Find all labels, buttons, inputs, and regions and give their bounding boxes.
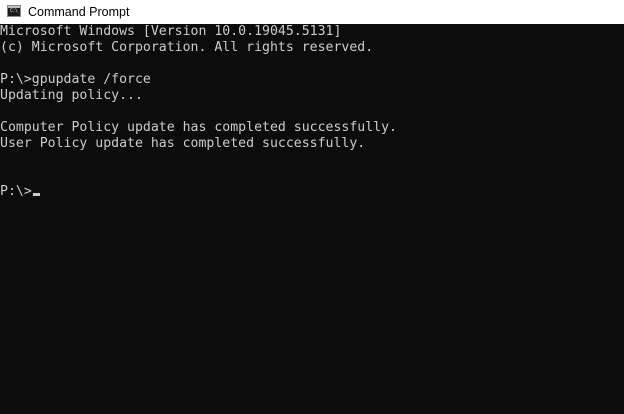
window-title: Command Prompt	[28, 5, 130, 19]
prompt-line[interactable]: P:\>	[0, 184, 624, 200]
console-line: User Policy update has completed success…	[0, 136, 366, 151]
console-line: Computer Policy update has completed suc…	[0, 120, 397, 135]
text-cursor	[32, 193, 40, 196]
console-output[interactable]: Microsoft Windows [Version 10.0.19045.51…	[0, 24, 624, 414]
console-line: (c) Microsoft Corporation. All rights re…	[0, 40, 374, 55]
title-bar[interactable]: C:\ Command Prompt	[0, 0, 624, 24]
command-prompt-window[interactable]: C:\ Command Prompt Microsoft Windows [Ve…	[0, 0, 624, 414]
command-prompt: P:\>	[0, 184, 32, 199]
console-line: P:\>gpupdate /force	[0, 72, 151, 87]
console-line: Updating policy...	[0, 88, 143, 103]
cmd-icon: C:\	[7, 5, 21, 17]
console-line: Microsoft Windows [Version 10.0.19045.51…	[0, 24, 342, 39]
